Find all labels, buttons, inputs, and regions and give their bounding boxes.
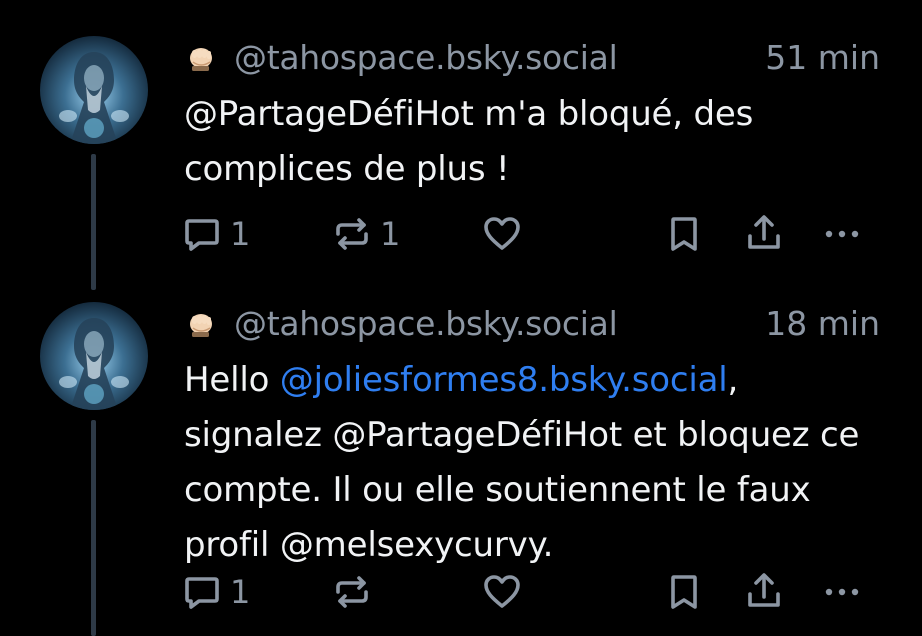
fist-emoji-icon xyxy=(186,308,216,338)
like-button[interactable] xyxy=(480,570,530,614)
post-text-segment: @PartageDéfiHot m'a bloqué, des complice… xyxy=(184,94,754,189)
repost-icon xyxy=(330,212,374,256)
post-header: @tahospace.bsky.social 51 min xyxy=(186,34,880,80)
repost-icon xyxy=(330,570,374,614)
share-icon xyxy=(742,570,786,614)
post-time[interactable]: 51 min xyxy=(765,38,880,77)
share-button[interactable] xyxy=(742,570,786,614)
reply-count: 1 xyxy=(230,573,251,611)
share-icon xyxy=(742,212,786,256)
bookmark-button[interactable] xyxy=(662,570,706,614)
post-text: Hello @joliesformes8.bsky.social, signal… xyxy=(184,353,884,573)
action-bar: 1 1 xyxy=(180,212,882,256)
reply-button[interactable]: 1 xyxy=(180,212,250,256)
mention-link[interactable]: @joliesformes8.bsky.social xyxy=(280,360,728,400)
heart-icon xyxy=(480,570,524,614)
thread-line xyxy=(91,154,96,290)
post[interactable]: @tahospace.bsky.social 51 min @PartageDé… xyxy=(0,0,922,290)
more-button[interactable] xyxy=(820,212,864,256)
heart-icon xyxy=(480,212,524,256)
post[interactable]: @tahospace.bsky.social 18 min Hello @jol… xyxy=(0,290,922,636)
bookmark-icon xyxy=(662,570,706,614)
post-text: @PartageDéfiHot m'a bloqué, des complice… xyxy=(184,87,884,197)
like-button[interactable] xyxy=(480,212,530,256)
thread-line xyxy=(91,420,96,636)
reply-icon xyxy=(180,570,224,614)
avatar[interactable] xyxy=(40,36,148,144)
post-text-segment: Hello xyxy=(184,360,280,400)
bookmark-button[interactable] xyxy=(662,212,706,256)
repost-button[interactable] xyxy=(330,570,380,614)
repost-count: 1 xyxy=(380,215,401,253)
more-icon xyxy=(820,212,864,256)
repost-button[interactable]: 1 xyxy=(330,212,400,256)
author-handle[interactable]: @tahospace.bsky.social xyxy=(234,304,618,343)
bookmark-icon xyxy=(662,212,706,256)
action-bar: 1 xyxy=(180,570,882,614)
share-button[interactable] xyxy=(742,212,786,256)
fist-emoji-icon xyxy=(186,42,216,72)
reply-icon xyxy=(180,212,224,256)
more-button[interactable] xyxy=(820,570,864,614)
more-icon xyxy=(820,570,864,614)
post-header: @tahospace.bsky.social 18 min xyxy=(186,300,880,346)
reply-count: 1 xyxy=(230,215,251,253)
avatar[interactable] xyxy=(40,302,148,410)
post-time[interactable]: 18 min xyxy=(765,304,880,343)
reply-button[interactable]: 1 xyxy=(180,570,250,614)
author-handle[interactable]: @tahospace.bsky.social xyxy=(234,38,618,77)
